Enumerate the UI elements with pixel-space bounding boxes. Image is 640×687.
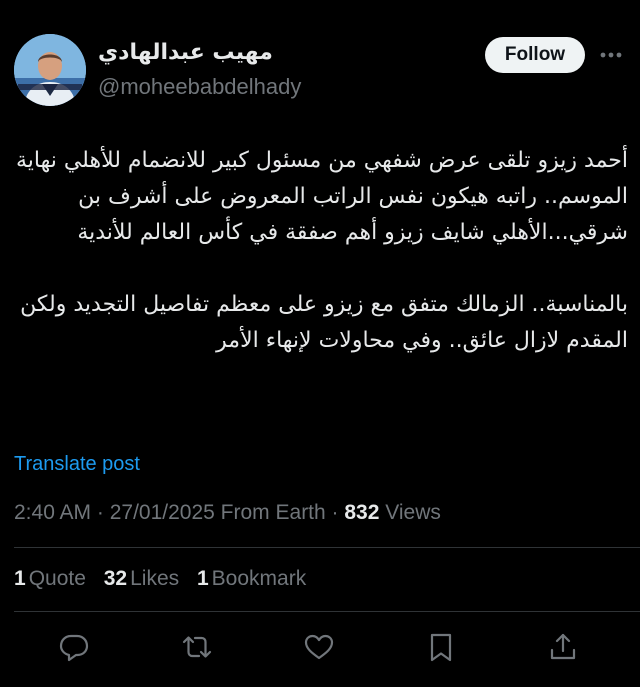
more-horizontal-icon[interactable] xyxy=(596,40,626,70)
author-display-name[interactable]: مهيب عبدالهادي xyxy=(98,38,273,68)
follow-button[interactable]: Follow xyxy=(485,37,585,73)
post-text: أحمد زيزو تلقى عرض شفهي من مسئول كبير لل… xyxy=(12,143,628,359)
post-source: From Earth xyxy=(214,501,326,524)
post-stats: 1 Quote 32 Likes 1 Bookmark xyxy=(14,565,318,593)
bookmarks-stat[interactable]: 1 Bookmark xyxy=(197,565,306,593)
action-bar xyxy=(0,622,640,672)
reply-icon[interactable] xyxy=(57,630,91,664)
likes-label: Likes xyxy=(130,567,180,590)
post-time[interactable]: 2:40 AM xyxy=(14,501,91,524)
views-count: 832 xyxy=(344,501,380,524)
post-paragraph: أحمد زيزو تلقى عرض شفهي من مسئول كبير لل… xyxy=(15,148,628,245)
divider xyxy=(14,611,640,612)
bookmarks-label: Bookmark xyxy=(211,567,307,590)
translate-post-link[interactable]: Translate post xyxy=(14,450,140,478)
repost-icon[interactable] xyxy=(180,630,214,664)
user-avatar-photo xyxy=(14,34,86,106)
meta-separator: · xyxy=(325,501,345,524)
likes-stat[interactable]: 32 Likes xyxy=(104,565,179,593)
bookmark-icon[interactable] xyxy=(424,630,458,664)
quotes-label: Quote xyxy=(28,567,86,590)
post-date[interactable]: 27/01/2025 xyxy=(110,501,215,524)
share-icon[interactable] xyxy=(546,630,580,664)
post-meta: 2:40 AM · 27/01/2025 From Earth · 832 Vi… xyxy=(14,499,441,527)
meta-separator: · xyxy=(91,501,110,524)
likes-count: 32 xyxy=(103,567,128,590)
views-label: Views xyxy=(379,501,441,524)
post-paragraph: بالمناسبة.. الزمالك متفق مع زيزو على معظ… xyxy=(20,292,628,353)
bookmarks-count: 1 xyxy=(196,567,209,590)
like-icon[interactable] xyxy=(302,630,336,664)
quotes-count: 1 xyxy=(14,567,26,590)
quotes-stat[interactable]: 1 Quote xyxy=(14,565,86,593)
avatar[interactable] xyxy=(14,34,86,106)
divider xyxy=(14,547,640,548)
author-handle[interactable]: @moheebabdelhady xyxy=(98,72,301,102)
